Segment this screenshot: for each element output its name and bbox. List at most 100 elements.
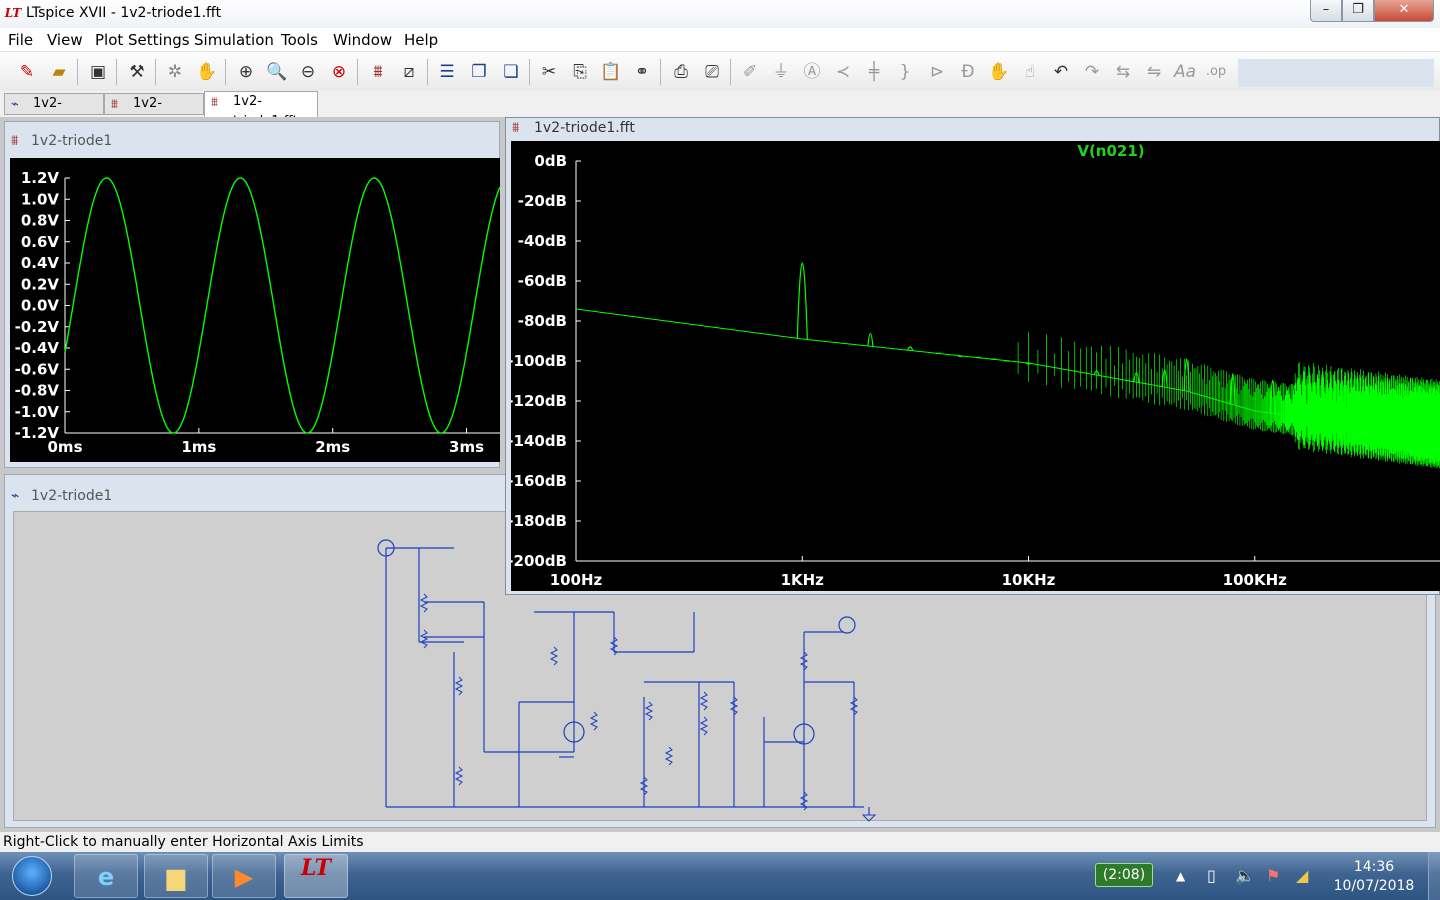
save-icon[interactable]: ▣ xyxy=(85,60,111,84)
menu-plot-settings[interactable]: Plot Settings xyxy=(95,31,190,49)
fft-plot[interactable]: V(n021) 0dB -20dB -40dB -60dB -80dB -100dB -120… xyxy=(507,141,1440,591)
fft-window[interactable]: ⩩ 1v2-triode1.fft V(n021) 0dB -20dB -40dB -6… xyxy=(505,117,1440,595)
capacitor-icon[interactable]: ╪ xyxy=(861,60,887,84)
y-tick-label: -0.4V xyxy=(15,339,60,357)
menu-tools[interactable]: Tools xyxy=(281,31,318,49)
menu-help[interactable]: Help xyxy=(404,31,438,49)
waveform-window[interactable]: ⩩ 1v2-triode1 1.2V 1.0V 0.8V 0.6V 0.4V 0.2V 0.… xyxy=(4,121,501,468)
harmonic-peak xyxy=(867,333,874,347)
menu-simulation[interactable]: Simulation xyxy=(194,31,274,49)
waveform-icon: ⩩ xyxy=(11,133,19,149)
fft-chart[interactable]: V(n021) 0dB -20dB -40dB -60dB -80dB -100dB -120… xyxy=(507,141,1440,591)
tile-horizontal-icon[interactable]: ☰ xyxy=(434,60,460,84)
text-icon[interactable]: Aa xyxy=(1172,60,1198,84)
menu-view[interactable]: View xyxy=(47,31,83,49)
schematic-icon: ⌁ xyxy=(11,488,20,504)
clock[interactable]: 14:36 10/07/2018 xyxy=(1326,858,1422,896)
fft-window-title[interactable]: ⩩ 1v2-triode1.fft xyxy=(506,118,1439,140)
zoom-full-icon[interactable]: ⊗ xyxy=(326,60,352,84)
start-button[interactable] xyxy=(2,854,62,898)
x-tick-label: 100Hz xyxy=(550,571,603,589)
undo-icon[interactable]: ↶ xyxy=(1048,60,1074,84)
maximize-button[interactable]: ❐ xyxy=(1342,0,1374,22)
rotate-icon[interactable]: ⇆ xyxy=(1110,60,1136,84)
drag-hand-icon[interactable]: ☝ xyxy=(1017,60,1043,84)
battery-indicator[interactable]: (2:08) xyxy=(1095,863,1153,887)
cascade-icon[interactable]: ❐ xyxy=(466,60,492,84)
control-panel-icon[interactable]: ⚒ xyxy=(124,60,150,84)
waveform-plot[interactable]: 1.2V 1.0V 0.8V 0.6V 0.4V 0.2V 0.0V -0.2V -0.4V -0… xyxy=(10,158,501,462)
y-tick-label: 0.8V xyxy=(21,212,60,230)
run-icon[interactable]: ✲ xyxy=(162,60,188,84)
tab-waveform[interactable]: ⩩ 1v2-triode1 xyxy=(104,93,204,131)
cut-icon[interactable]: ✂ xyxy=(536,60,562,84)
y-tick-label: -80dB xyxy=(518,312,567,330)
battery-icon[interactable]: ▯ xyxy=(1207,866,1216,885)
ltspice-taskbar-icon[interactable]: LT xyxy=(284,854,348,898)
window-title: LTspice XVII - 1v2-triode1.fft xyxy=(26,5,222,21)
y-tick-label: -60dB xyxy=(518,272,567,290)
menu-file[interactable]: File xyxy=(8,31,33,49)
minimize-button[interactable]: – xyxy=(1310,0,1342,22)
pick-visible-icon[interactable]: ⧄ xyxy=(396,60,422,84)
y-tick-label: -100dB xyxy=(511,352,567,370)
y-tick-label: -180dB xyxy=(511,512,567,530)
file-explorer-icon[interactable]: ▆ xyxy=(144,854,208,898)
mirror-icon[interactable]: ⇋ xyxy=(1141,60,1167,84)
redo-icon[interactable]: ↷ xyxy=(1079,60,1105,84)
resistor-symbol xyxy=(454,766,464,786)
y-tick-label: -200dB xyxy=(511,552,567,570)
open-folder-icon[interactable]: ▰ xyxy=(46,60,72,84)
waveform-chart[interactable]: 1.2V 1.0V 0.8V 0.6V 0.4V 0.2V 0.0V -0.2V -0.4V -0… xyxy=(10,158,501,462)
new-schematic-icon[interactable]: ✎ xyxy=(14,60,40,84)
tab-fft[interactable]: ⩩ 1v2-triode1.fft xyxy=(204,91,318,129)
label-net-icon[interactable]: Ⓐ xyxy=(799,60,825,84)
status-text: Right-Click to manually enter Horizontal… xyxy=(3,834,364,850)
halt-hand-icon[interactable]: ✋ xyxy=(194,60,220,84)
menu-window[interactable]: Window xyxy=(333,31,392,49)
voltage-source-symbol xyxy=(838,616,856,634)
autorange-icon[interactable]: ⩩ xyxy=(365,60,391,84)
taskbar: e ▆ ▶ LT (2:08) ▲ ▯ 🔈 ⚑ ◢ 14:36 10/07/20… xyxy=(0,852,1440,900)
spice-directive-icon[interactable]: .op xyxy=(1203,60,1229,84)
action-center-icon[interactable]: ⚑ xyxy=(1266,866,1280,885)
zoom-area-icon[interactable]: 🔍 xyxy=(264,60,290,84)
media-player-icon[interactable]: ▶ xyxy=(212,854,276,898)
internet-explorer-icon[interactable]: e xyxy=(74,854,138,898)
ground-icon[interactable]: ⏚ xyxy=(768,60,794,84)
show-hidden-icons-icon[interactable]: ▲ xyxy=(1176,869,1185,883)
paste-icon[interactable]: 📋 xyxy=(598,60,624,84)
component-icon[interactable]: Ð xyxy=(955,60,981,84)
y-tick-label: -120dB xyxy=(511,392,567,410)
y-tick-label: -40dB xyxy=(518,232,567,250)
close-button[interactable]: ✕ xyxy=(1374,0,1434,22)
zoom-in-icon[interactable]: ⊕ xyxy=(233,60,259,84)
waveform-window-title[interactable]: ⩩ 1v2-triode1 xyxy=(5,128,499,154)
document-tabs: ⌁ 1v2-triode1 ⩩ 1v2-triode1 ⩩ 1v2-triode… xyxy=(0,91,1440,131)
find-icon[interactable]: ⚭ xyxy=(629,60,655,84)
x-tick-label: 1KHz xyxy=(781,571,825,589)
tile-vertical-icon[interactable]: ❏ xyxy=(498,60,524,84)
diode-icon[interactable]: ⊳ xyxy=(924,60,950,84)
y-tick-label: -0.6V xyxy=(15,360,60,378)
copy-icon[interactable]: ⎘ xyxy=(567,60,593,84)
print-setup-icon[interactable]: ⎚ xyxy=(699,60,725,84)
network-icon[interactable]: ◢ xyxy=(1296,866,1308,885)
menu-bar: File View Plot Settings Simulation Tools… xyxy=(0,28,1440,52)
ltspice-logo-icon: LT xyxy=(4,6,22,20)
title-bar: LT LTspice XVII - 1v2-triode1.fft – ❐ ✕ xyxy=(0,0,1440,28)
tab-schematic[interactable]: ⌁ 1v2-triode1 xyxy=(4,93,104,131)
print-icon[interactable]: ⎙ xyxy=(668,60,694,84)
resistor-icon[interactable]: ≺ xyxy=(830,60,856,84)
resistor-symbol xyxy=(589,711,599,731)
y-tick-label: 0.0V xyxy=(21,297,60,315)
resistor-symbol xyxy=(419,629,429,649)
move-hand-icon[interactable]: ✋ xyxy=(986,60,1012,84)
y-tick-label: -20dB xyxy=(518,192,567,210)
show-desktop-button[interactable] xyxy=(1428,852,1440,900)
y-tick-label: -140dB xyxy=(511,432,567,450)
volume-icon[interactable]: 🔈 xyxy=(1235,866,1255,885)
zoom-out-icon[interactable]: ⊖ xyxy=(295,60,321,84)
inductor-icon[interactable]: } xyxy=(892,60,918,84)
draw-wire-icon[interactable]: ✐ xyxy=(737,60,763,84)
